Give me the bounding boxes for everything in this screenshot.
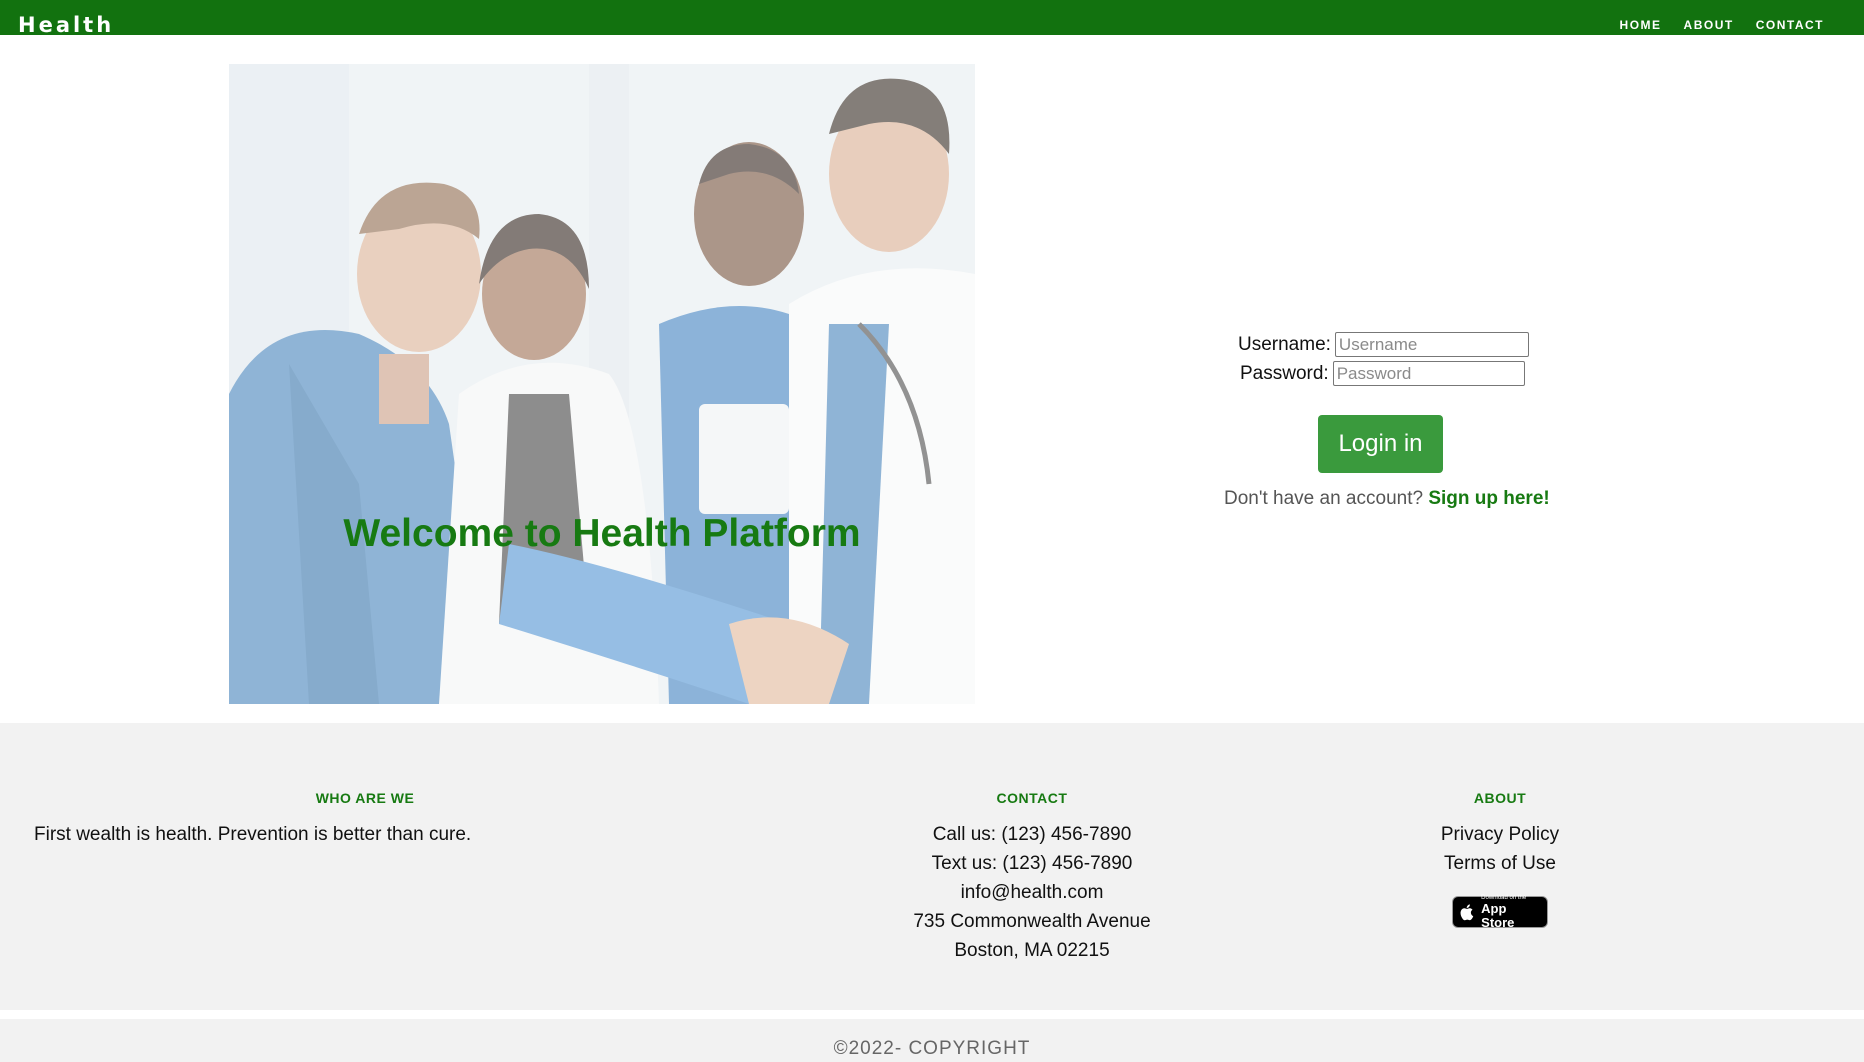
footer-contact-column: CONTACT Call us: (123) 456-7890 Text us:…	[882, 788, 1182, 965]
hero-image: Welcome to Health Platform	[229, 64, 975, 704]
signup-prompt: Don't have an account? Sign up here!	[1224, 488, 1550, 510]
footer-about-column: ABOUT Privacy Policy Terms of Use Downlo…	[1400, 788, 1600, 930]
nav-links: HOME ABOUT CONTACT	[1620, 18, 1824, 32]
hero-title: Welcome to Health Platform	[343, 512, 861, 556]
username-input[interactable]	[1334, 332, 1529, 357]
brand-logo[interactable]: Health	[18, 12, 114, 35]
contact-street: 735 Commonwealth Avenue	[913, 911, 1151, 932]
footer-who-text: First wealth is health. Prevention is be…	[34, 824, 472, 845]
footer-who-column: WHO ARE WE First wealth is health. Preve…	[34, 788, 764, 849]
signup-prompt-text: Don't have an account?	[1224, 488, 1424, 509]
login-button[interactable]: Login in	[1318, 415, 1443, 473]
contact-email: info@health.com	[960, 882, 1104, 903]
app-store-badge[interactable]: Download on the App Store	[1452, 895, 1548, 930]
nav-home-link[interactable]: HOME	[1620, 18, 1662, 32]
nav-about-link[interactable]: ABOUT	[1684, 18, 1734, 32]
password-label: Password:	[1240, 362, 1329, 384]
apple-icon	[1460, 904, 1474, 921]
username-label: Username:	[1238, 333, 1331, 355]
contact-text: Text us: (123) 456-7890	[931, 853, 1133, 874]
footer: WHO ARE WE First wealth is health. Preve…	[0, 723, 1864, 1010]
signup-link[interactable]: Sign up here!	[1428, 488, 1549, 509]
password-input[interactable]	[1332, 361, 1525, 386]
copyright-bar: ©2022- COPYRIGHT	[0, 1019, 1864, 1062]
username-row: Username:	[1238, 330, 1580, 359]
footer-contact-heading: CONTACT	[996, 790, 1068, 806]
footer-who-heading: WHO ARE WE	[315, 790, 415, 806]
terms-of-use-link[interactable]: Terms of Use	[1400, 849, 1600, 878]
contact-city: Boston, MA 02215	[954, 940, 1110, 961]
footer-about-heading: ABOUT	[1473, 790, 1527, 806]
contact-phone: Call us: (123) 456-7890	[932, 824, 1132, 845]
nav-contact-link[interactable]: CONTACT	[1756, 18, 1824, 32]
app-store-big-text: App Store	[1481, 900, 1515, 930]
top-navbar: Health HOME ABOUT CONTACT	[0, 0, 1864, 35]
copyright-text: ©2022- COPYRIGHT	[833, 1038, 1031, 1059]
privacy-policy-link[interactable]: Privacy Policy	[1400, 820, 1600, 849]
login-form: Username: Password: Login in Don't have …	[1180, 330, 1580, 509]
password-row: Password:	[1240, 359, 1580, 388]
